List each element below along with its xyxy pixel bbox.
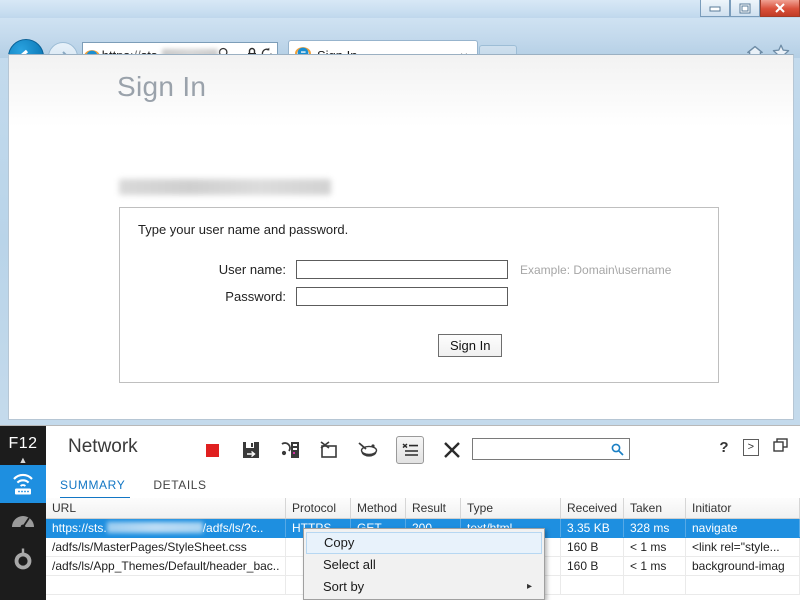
help-button[interactable]: ?: [719, 439, 728, 456]
url-suffix-text: /adfs/ls/?c..: [202, 521, 264, 535]
devtools-title: Network: [68, 436, 138, 457]
browser-window: https://sts.: [0, 0, 800, 600]
close-button[interactable]: [760, 0, 800, 17]
save-har-button[interactable]: [240, 439, 262, 461]
password-input[interactable]: [296, 287, 508, 306]
devtools-toolbar: Network ? >: [46, 426, 800, 472]
context-menu-item-copy[interactable]: Copy: [306, 532, 542, 554]
settings-gear-icon[interactable]: [0, 541, 46, 579]
console-toggle-button[interactable]: >: [742, 439, 759, 456]
tab-summary[interactable]: SUMMARY: [46, 474, 139, 496]
cell-received: [561, 576, 624, 594]
url-prefix-text: https://sts.: [52, 521, 107, 535]
username-label: User name:: [218, 262, 286, 277]
copy-server-button[interactable]: [279, 439, 301, 461]
column-header-initiator[interactable]: Initiator: [686, 498, 800, 518]
title-bar: [0, 0, 800, 18]
table-header-row: URL Protocol Method Result Type Received…: [46, 498, 800, 519]
cell-taken: < 1 ms: [624, 557, 686, 575]
search-icon[interactable]: [611, 443, 624, 456]
column-header-method[interactable]: Method: [351, 498, 406, 518]
devtools-rail: F12 ▲: [0, 426, 46, 600]
minimize-button[interactable]: [700, 0, 730, 17]
performance-tool-icon[interactable]: [0, 503, 46, 541]
login-form-panel: Type your user name and password. User n…: [119, 207, 719, 383]
devtools-tab-bar: SUMMARY DETAILS: [46, 472, 800, 499]
context-menu-item-select-all[interactable]: Select all: [306, 554, 542, 576]
context-menu: Copy Select all Sort by ▸: [303, 528, 545, 600]
cell-received: 160 B: [561, 538, 624, 556]
cell-received: 160 B: [561, 557, 624, 575]
column-header-type[interactable]: Type: [461, 498, 561, 518]
undock-button[interactable]: [773, 438, 788, 457]
cell-initiator: navigate: [686, 519, 800, 537]
devtools-f12-label: F12: [8, 435, 38, 452]
submenu-arrow-icon: ▸: [526, 581, 532, 592]
username-input[interactable]: [296, 260, 508, 279]
page-title: Sign In: [117, 71, 207, 102]
username-example-text: Example: Domain\username: [520, 262, 672, 277]
url-redacted-block: [106, 522, 203, 533]
tab-details[interactable]: DETAILS: [139, 474, 220, 496]
username-row: User name: Example: Domain\username: [138, 260, 671, 279]
column-header-result[interactable]: Result: [406, 498, 461, 518]
cell-taken: [624, 576, 686, 594]
column-header-received[interactable]: Received: [561, 498, 624, 518]
cell-url: https://sts. /adfs/ls/?c..: [46, 519, 286, 537]
cell-taken: 328 ms: [624, 519, 686, 537]
cell-initiator: background-imag: [686, 557, 800, 575]
cell-initiator: <link rel="style...: [686, 538, 800, 556]
cell-url: /adfs/ls/MasterPages/StyleSheet.css: [46, 538, 286, 556]
sign-in-submit-button[interactable]: Sign In: [438, 334, 503, 357]
page-subtitle-redacted: [119, 179, 331, 195]
password-row: Password:: [138, 287, 508, 306]
stop-capture-button[interactable]: [201, 439, 223, 461]
column-header-protocol[interactable]: Protocol: [286, 498, 351, 518]
clear-on-navigate-button[interactable]: [318, 439, 340, 461]
password-label: Password:: [225, 289, 286, 304]
disable-cache-button[interactable]: [357, 439, 379, 461]
column-header-taken[interactable]: Taken: [624, 498, 686, 518]
navigation-bar: https://sts.: [0, 18, 800, 75]
network-tool-icon[interactable]: [0, 465, 46, 503]
detail-view-toggle[interactable]: [396, 436, 424, 464]
cell-url: [46, 576, 286, 594]
context-menu-item-sort-by[interactable]: Sort by ▸: [306, 576, 542, 598]
chevron-up-icon[interactable]: ▲: [0, 455, 46, 465]
cell-initiator: [686, 576, 800, 594]
devtools-right-controls: ? >: [719, 438, 788, 457]
cell-received: 3.35 KB: [561, 519, 624, 537]
search-input[interactable]: [477, 441, 611, 457]
context-menu-item-sort-by-label: Sort by: [323, 579, 365, 594]
column-header-url[interactable]: URL: [46, 498, 286, 518]
login-hint-text: Type your user name and password.: [138, 222, 349, 237]
maximize-button[interactable]: [730, 0, 760, 17]
clear-entries-button[interactable]: [441, 439, 463, 461]
window-controls: [700, 0, 800, 18]
devtools-search-box[interactable]: [472, 438, 630, 460]
devtools-toolbar-buttons: [201, 436, 463, 464]
cell-url: /adfs/ls/App_Themes/Default/header_bac..: [46, 557, 286, 575]
cell-taken: < 1 ms: [624, 538, 686, 556]
page-content: Sign In Type your user name and password…: [8, 54, 794, 420]
